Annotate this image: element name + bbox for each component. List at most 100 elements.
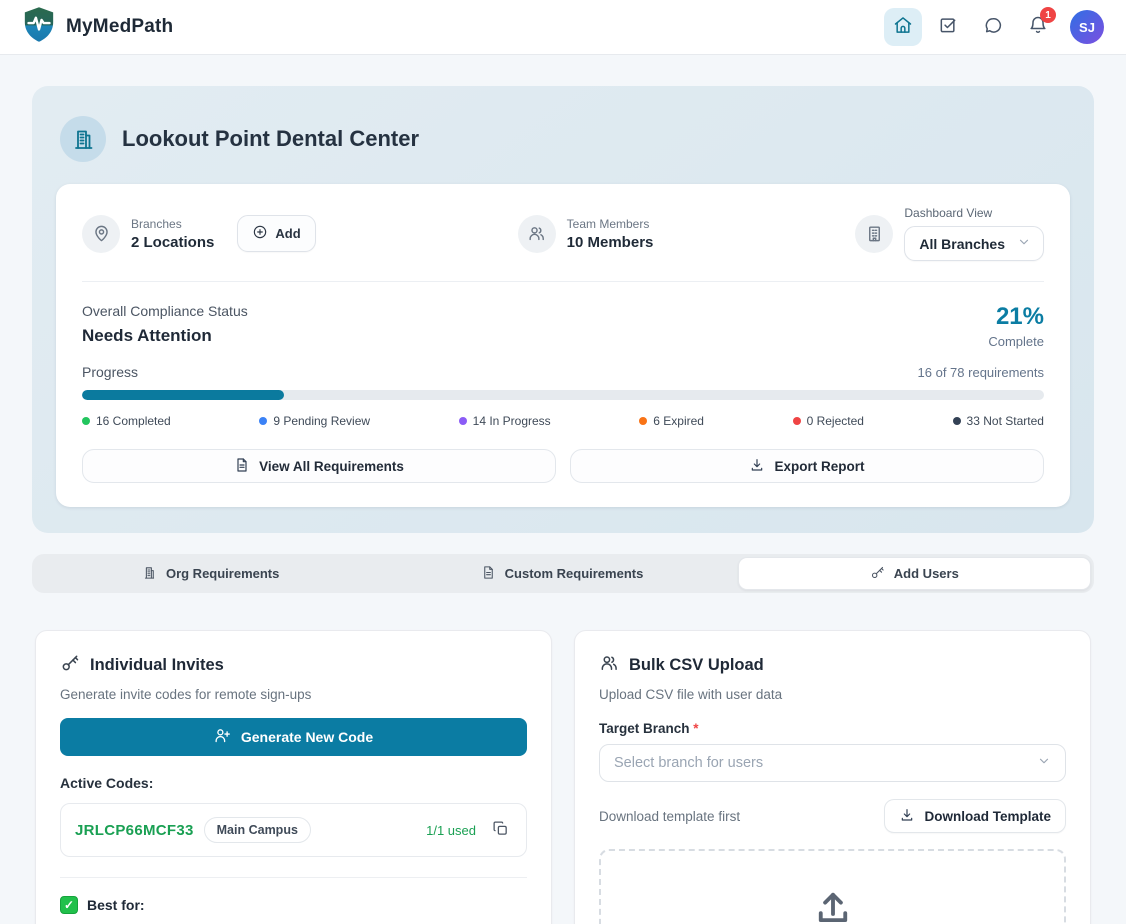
code-usage: 1/1 used bbox=[426, 823, 476, 838]
team-members-value: 10 Members bbox=[567, 234, 654, 251]
chat-bubble-icon bbox=[983, 15, 1003, 40]
active-codes-label: Active Codes: bbox=[60, 775, 527, 791]
team-members-label: Team Members bbox=[567, 217, 654, 231]
progress-labels: Progress 16 of 78 requirements bbox=[82, 364, 1044, 380]
team-members-stat: Team Members 10 Members bbox=[518, 215, 654, 253]
compliance-percent-caption: Complete bbox=[988, 334, 1044, 349]
compliance-actions: View All Requirements Export Report bbox=[82, 449, 1044, 483]
add-branch-button[interactable]: Add bbox=[237, 215, 315, 252]
top-nav: MyMedPath bbox=[0, 0, 1126, 55]
org-header-card: Lookout Point Dental Center Branches 2 L… bbox=[32, 86, 1094, 533]
csv-dropzone[interactable]: Drop CSV file here or click to browse Ma… bbox=[599, 849, 1066, 924]
requirements-caption: 16 of 78 requirements bbox=[918, 365, 1044, 380]
legend-expired: 6 Expired bbox=[639, 414, 704, 428]
compliance-head: Overall Compliance Status Needs Attentio… bbox=[82, 303, 1044, 349]
branch-badge: Main Campus bbox=[204, 817, 311, 843]
best-for-header: ✓ Best for: bbox=[60, 896, 527, 914]
legend-not-started: 33 Not Started bbox=[953, 414, 1044, 428]
dashboard-view-selected: All Branches bbox=[919, 236, 1005, 252]
org-title-row: Lookout Point Dental Center bbox=[56, 110, 1070, 162]
target-branch-select[interactable]: Select branch for users bbox=[599, 744, 1066, 782]
invites-title: Individual Invites bbox=[90, 656, 224, 675]
users-icon bbox=[518, 215, 556, 253]
notifications-button[interactable]: 1 bbox=[1019, 8, 1057, 46]
expired-dot bbox=[639, 417, 647, 425]
check-square-icon bbox=[938, 15, 958, 40]
download-icon bbox=[749, 457, 765, 476]
progress-label: Progress bbox=[82, 364, 138, 380]
legend-pending: 9 Pending Review bbox=[259, 414, 370, 428]
dashboard-view-select[interactable]: All Branches bbox=[904, 226, 1044, 261]
upload-icon bbox=[621, 886, 1044, 924]
status-legend: 16 Completed 9 Pending Review 14 In Prog… bbox=[82, 414, 1044, 428]
compliance-status-value: Needs Attention bbox=[82, 326, 248, 346]
branches-value: 2 Locations bbox=[131, 234, 214, 251]
bulk-title: Bulk CSV Upload bbox=[629, 656, 764, 675]
download-icon bbox=[899, 807, 915, 826]
invite-code-row: JRLCP66MCF33 Main Campus 1/1 used bbox=[60, 803, 527, 857]
invites-subtitle: Generate invite codes for remote sign-up… bbox=[60, 687, 527, 702]
map-pin-icon bbox=[82, 215, 120, 253]
download-template-button[interactable]: Download Template bbox=[884, 799, 1066, 833]
dashboard-view-label: Dashboard View bbox=[904, 206, 1044, 220]
bulk-header: Bulk CSV Upload bbox=[599, 653, 1066, 678]
section-tabs: Org Requirements Custom Requirements Add… bbox=[32, 554, 1094, 593]
shield-logo-icon bbox=[22, 6, 56, 48]
completed-dot bbox=[82, 417, 90, 425]
building-doc-icon bbox=[142, 565, 157, 583]
compliance-percent: 21% bbox=[988, 303, 1044, 331]
branches-stat: Branches 2 Locations Add bbox=[82, 215, 316, 253]
chevron-down-icon bbox=[1037, 754, 1051, 773]
chevron-down-icon bbox=[1017, 235, 1031, 252]
org-building-icon bbox=[60, 116, 106, 162]
export-report-button[interactable]: Export Report bbox=[570, 449, 1044, 483]
individual-invites-card: Individual Invites Generate invite codes… bbox=[35, 630, 552, 924]
legend-in-progress: 14 In Progress bbox=[459, 414, 551, 428]
bulk-subtitle: Upload CSV file with user data bbox=[599, 687, 1066, 702]
copy-icon bbox=[492, 820, 509, 840]
invite-code: JRLCP66MCF33 bbox=[75, 822, 194, 839]
in-progress-dot bbox=[459, 417, 467, 425]
download-hint: Download template first bbox=[599, 809, 740, 824]
tasks-button[interactable] bbox=[929, 8, 967, 46]
legend-rejected: 0 Rejected bbox=[793, 414, 864, 428]
page-title: Lookout Point Dental Center bbox=[122, 126, 419, 152]
not-started-dot bbox=[953, 417, 961, 425]
target-branch-label: Target Branch * bbox=[599, 721, 1066, 736]
progress-bar bbox=[82, 390, 1044, 400]
home-button[interactable] bbox=[884, 8, 922, 46]
building-icon bbox=[855, 215, 893, 253]
stats-divider bbox=[82, 281, 1044, 282]
tab-add-users[interactable]: Add Users bbox=[738, 557, 1091, 590]
plus-circle-icon bbox=[252, 224, 268, 243]
tab-org-requirements[interactable]: Org Requirements bbox=[35, 557, 386, 590]
legend-completed: 16 Completed bbox=[82, 414, 171, 428]
progress-fill bbox=[82, 390, 284, 400]
invites-header: Individual Invites bbox=[60, 653, 527, 678]
brand: MyMedPath bbox=[22, 6, 173, 48]
tab-custom-requirements[interactable]: Custom Requirements bbox=[386, 557, 737, 590]
invites-divider bbox=[60, 877, 527, 878]
key-icon bbox=[60, 653, 80, 678]
pending-dot bbox=[259, 417, 267, 425]
file-text-icon bbox=[234, 457, 250, 476]
branches-label: Branches bbox=[131, 217, 214, 231]
dashboard-view-stat: Dashboard View All Branches bbox=[855, 206, 1044, 261]
compliance-status-label: Overall Compliance Status bbox=[82, 303, 248, 319]
brand-name: MyMedPath bbox=[66, 16, 173, 38]
bulk-csv-upload-card: Bulk CSV Upload Upload CSV file with use… bbox=[574, 630, 1091, 924]
key-icon bbox=[870, 565, 885, 583]
select-placeholder: Select branch for users bbox=[614, 755, 763, 771]
generate-new-code-button[interactable]: Generate New Code bbox=[60, 718, 527, 756]
view-all-requirements-button[interactable]: View All Requirements bbox=[82, 449, 556, 483]
best-for-label: Best for: bbox=[87, 897, 145, 913]
user-plus-icon bbox=[214, 727, 231, 747]
stats-row: Branches 2 Locations Add bbox=[82, 206, 1044, 261]
template-row: Download template first Download Templat… bbox=[599, 799, 1066, 833]
messages-button[interactable] bbox=[974, 8, 1012, 46]
notification-badge: 1 bbox=[1040, 7, 1056, 23]
rejected-dot bbox=[793, 417, 801, 425]
copy-code-button[interactable] bbox=[488, 818, 512, 842]
avatar[interactable]: SJ bbox=[1070, 10, 1104, 44]
required-asterisk: * bbox=[693, 721, 698, 736]
